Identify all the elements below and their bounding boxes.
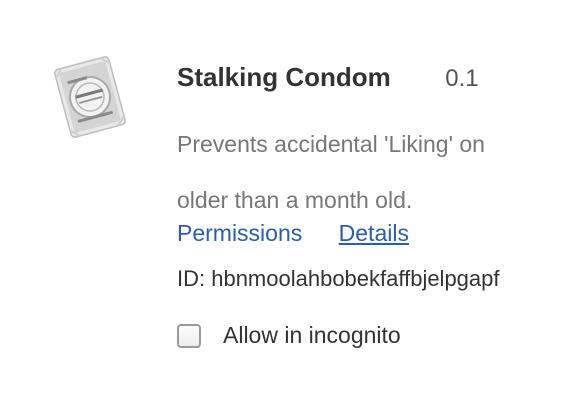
allow-incognito-option[interactable]: Allow in incognito bbox=[177, 322, 401, 349]
extension-version: 0.1 bbox=[445, 65, 479, 92]
permissions-link[interactable]: Permissions bbox=[177, 220, 302, 247]
details-link[interactable]: Details bbox=[339, 220, 409, 247]
extension-name: Stalking Condom bbox=[177, 62, 391, 92]
description-line: Prevents accidental 'Liking' on bbox=[177, 131, 485, 157]
extension-links: Permissions Details bbox=[177, 220, 409, 247]
extension-description: Prevents accidental 'Liking' on older th… bbox=[177, 116, 570, 228]
condom-package-icon bbox=[50, 52, 130, 142]
extension-id: ID: hbnmoolahbobekfaffbjelpgapf bbox=[177, 266, 500, 291]
allow-incognito-checkbox[interactable] bbox=[177, 323, 201, 348]
extension-card: Stalking Condom 0.1 Prevents accidental … bbox=[0, 0, 570, 400]
allow-incognito-label[interactable]: Allow in incognito bbox=[223, 322, 401, 349]
extension-title-row: Stalking Condom 0.1 bbox=[177, 62, 479, 93]
